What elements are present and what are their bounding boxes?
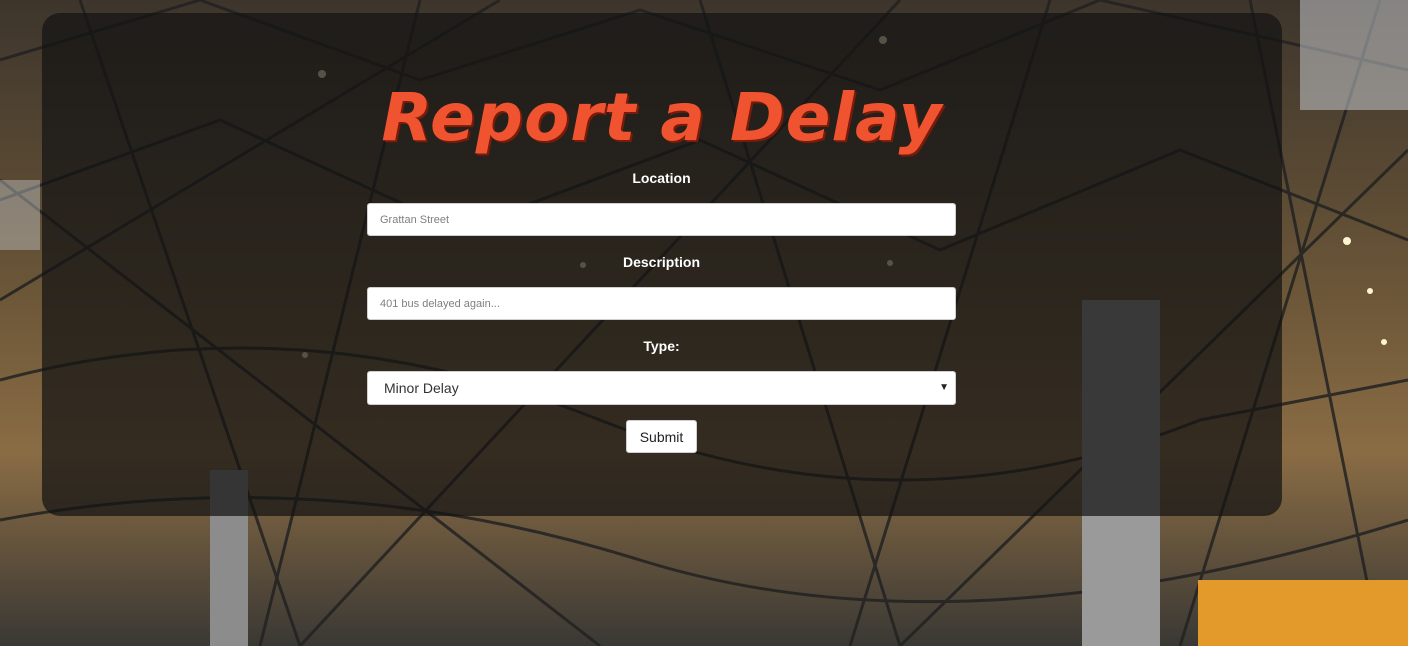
caret-down-icon: ▼	[939, 382, 949, 393]
type-label: Type:	[643, 338, 680, 354]
description-label: Description	[622, 254, 700, 270]
submit-button[interactable]: Submit	[626, 420, 697, 453]
page-title: Report a Delay	[381, 79, 943, 156]
location-label: Location	[632, 170, 691, 186]
description-input[interactable]	[367, 287, 956, 320]
location-input[interactable]	[367, 203, 956, 236]
type-select[interactable]: Minor Delay ▼	[367, 371, 956, 405]
page: Report a Delay Location Description Type…	[0, 0, 1408, 646]
type-select-value: Minor Delay	[384, 380, 459, 396]
